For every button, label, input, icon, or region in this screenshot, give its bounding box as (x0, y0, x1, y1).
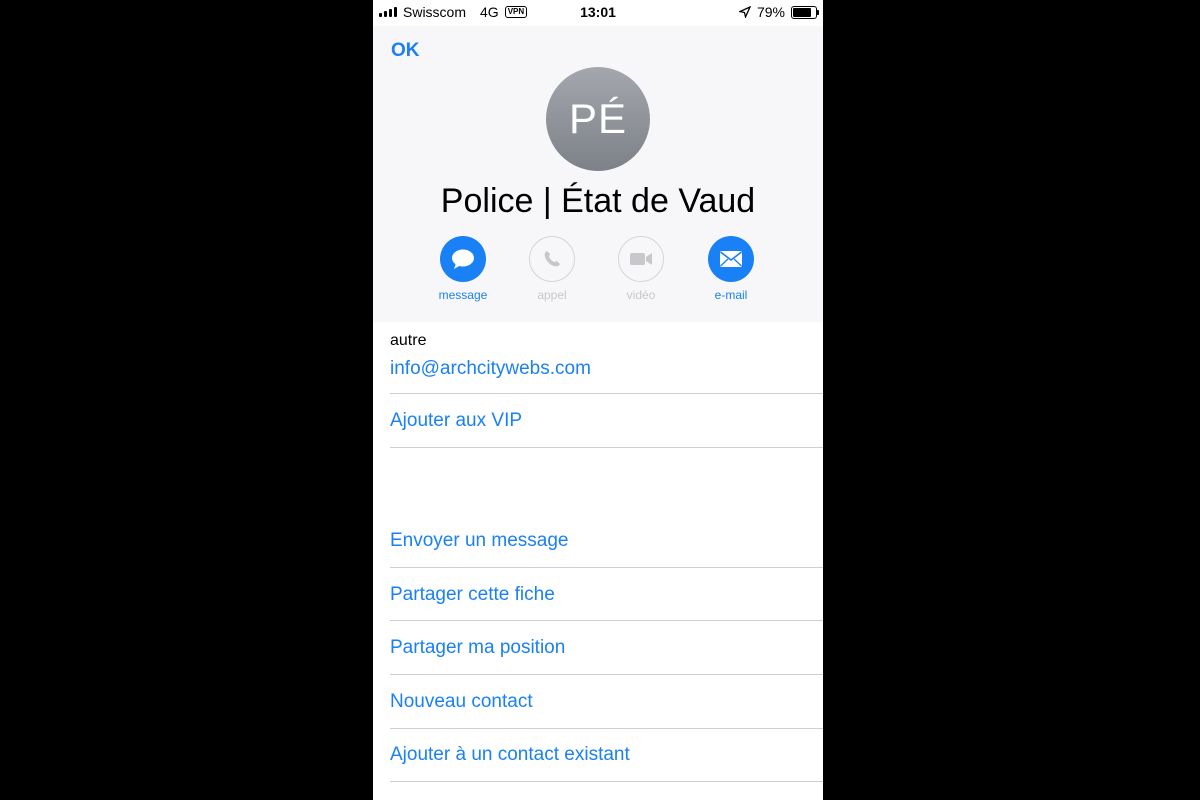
phone-icon (529, 236, 575, 282)
video-action-label: vidéo (626, 288, 656, 302)
call-action-button[interactable]: appel (517, 236, 587, 302)
email-type-label: autre (390, 332, 427, 349)
contact-name: Police | État de Vaud (440, 182, 756, 220)
battery-percent: 79% (756, 4, 785, 20)
divider (390, 447, 823, 448)
send-message-button[interactable]: Envoyer un message (390, 530, 823, 552)
new-contact-button[interactable]: Nouveau contact (390, 691, 823, 713)
video-camera-icon (618, 236, 664, 282)
status-bar: Swisscom 4G VPN 13:01 79% (373, 0, 823, 26)
call-action-label: appel (537, 288, 567, 302)
message-action-label: message (438, 288, 488, 302)
share-location-button[interactable]: Partager ma position (390, 637, 823, 659)
add-to-existing-contact-button[interactable]: Ajouter à un contact existant (390, 744, 823, 766)
ok-button[interactable]: OK (391, 40, 420, 62)
divider (390, 781, 823, 782)
video-action-button[interactable]: vidéo (606, 236, 676, 302)
divider (390, 674, 823, 675)
mail-icon (708, 236, 754, 282)
email-action-label: e-mail (714, 288, 748, 302)
message-action-button[interactable]: message (428, 236, 498, 302)
divider (390, 393, 823, 394)
status-right: 79% (738, 4, 819, 20)
avatar: PÉ (546, 67, 650, 171)
contact-header: OK PÉ Police | État de Vaud message appe… (373, 26, 823, 322)
divider (390, 728, 823, 729)
add-to-vip-button[interactable]: Ajouter aux VIP (390, 410, 823, 432)
share-contact-button[interactable]: Partager cette fiche (390, 584, 823, 606)
location-arrow-icon (738, 6, 751, 18)
divider (390, 567, 823, 568)
phone-screen: Swisscom 4G VPN 13:01 79% OK PÉ Police |… (373, 0, 823, 800)
email-address-link[interactable]: info@archcitywebs.com (390, 358, 823, 380)
email-action-button[interactable]: e-mail (696, 236, 766, 302)
battery-icon (791, 5, 819, 19)
divider (390, 620, 823, 621)
message-bubble-icon (440, 236, 486, 282)
